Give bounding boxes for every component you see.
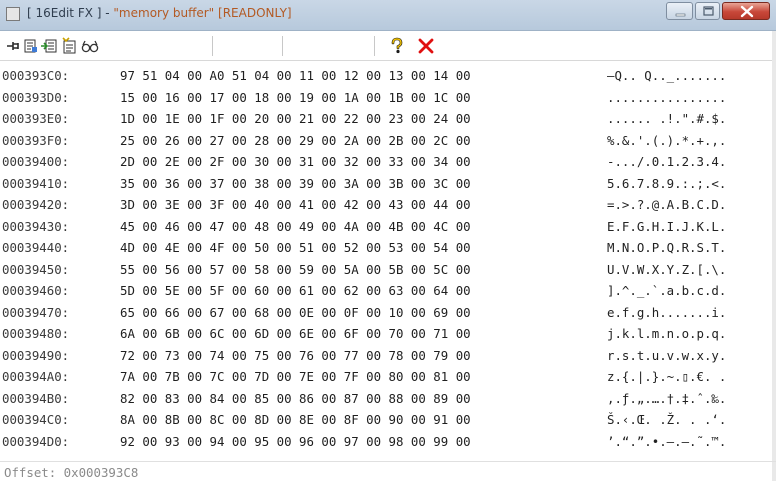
row-address: 00039480:: [2, 326, 70, 341]
hex-row: 00039450: 55 00 56 00 57 00 58 00 59 00 …: [0, 262, 772, 282]
offset-readout: Offset: 0x000393C8: [4, 465, 139, 480]
hex-row: 00039480: 6A 00 6B 00 6C 00 6D 00 6E 00 …: [0, 326, 772, 346]
maximize-icon: [703, 6, 714, 16]
row-ascii[interactable]: U.V.W.X.Y.Z.[.\.: [607, 262, 726, 277]
row-address: 000393E0:: [2, 111, 70, 126]
row-ascii[interactable]: e.f.g.h.......i.: [607, 305, 726, 320]
import-icon[interactable]: [60, 37, 78, 55]
row-address: 00039420:: [2, 197, 70, 212]
maximize-button[interactable]: [695, 2, 720, 20]
help-icon[interactable]: [388, 37, 406, 55]
hex-row: 00039400: 2D 00 2E 00 2F 00 30 00 31 00 …: [0, 154, 772, 174]
hex-row: 00039410: 35 00 36 00 37 00 38 00 39 00 …: [0, 176, 772, 196]
row-ascii[interactable]: r.s.t.u.v.w.x.y.: [607, 348, 726, 363]
row-hex-bytes[interactable]: 82 00 83 00 84 00 85 00 86 00 87 00 88 0…: [120, 391, 471, 406]
row-address: 00039450:: [2, 261, 70, 277]
row-hex-bytes[interactable]: 7A 00 7B 00 7C 00 7D 00 7E 00 7F 00 80 0…: [120, 369, 471, 384]
row-hex-bytes[interactable]: 65 00 66 00 67 00 68 00 0E 00 0F 00 10 0…: [120, 305, 471, 320]
title-separator: -: [101, 6, 114, 20]
hex-row: 000393E0: 1D 00 1E 00 1F 00 20 00 21 00 …: [0, 111, 772, 131]
close-file-icon[interactable]: [417, 37, 435, 55]
row-hex-bytes[interactable]: 8A 00 8B 00 8C 00 8D 00 8E 00 8F 00 90 0…: [120, 412, 471, 427]
hex-row: 00039470: 65 00 66 00 67 00 68 00 0E 00 …: [0, 305, 772, 325]
row-hex-bytes[interactable]: 97 51 04 00 A0 51 04 00 11 00 12 00 13 0…: [120, 68, 471, 83]
row-ascii[interactable]: =.>.?.@.A.B.C.D.: [607, 197, 726, 212]
row-address: 000393F0:: [2, 132, 70, 148]
hex-row: 000393F0: 25 00 26 00 27 00 28 00 29 00 …: [0, 133, 772, 153]
row-ascii[interactable]: z.{.|.}.~.▯.€. .: [607, 369, 726, 384]
title-app: [ 16Edit FX ]: [27, 6, 102, 20]
row-ascii[interactable]: 5.6.7.8.9.:.;.<.: [607, 176, 726, 191]
row-hex-bytes[interactable]: 1D 00 1E 00 1F 00 20 00 21 00 22 00 23 0…: [120, 111, 471, 126]
row-ascii[interactable]: ‚.ƒ.„.….†.‡.ˆ.‰.: [607, 391, 726, 406]
hex-view[interactable]: 000393C0: 97 51 04 00 A0 51 04 00 11 00 …: [0, 68, 772, 458]
row-address: 00039490:: [2, 347, 70, 363]
row-address: 000393C0:: [2, 68, 70, 83]
status-bar: Offset: 0x000393C8: [0, 461, 776, 481]
row-ascii[interactable]: ................: [607, 90, 726, 105]
row-address: 00039430:: [2, 218, 70, 234]
row-address: 000394D0:: [2, 433, 70, 449]
title-bar: [ 16Edit FX ] - "memory buffer" [READONL…: [0, 0, 776, 31]
hex-row: 00039430: 45 00 46 00 47 00 48 00 49 00 …: [0, 219, 772, 239]
row-ascii[interactable]: —Q.. Q.._.......: [607, 68, 726, 83]
row-hex-bytes[interactable]: 45 00 46 00 47 00 48 00 49 00 4A 00 4B 0…: [120, 219, 471, 234]
row-hex-bytes[interactable]: 4D 00 4E 00 4F 00 50 00 51 00 52 00 53 0…: [120, 240, 471, 255]
row-hex-bytes[interactable]: 6A 00 6B 00 6C 00 6D 00 6E 00 6F 00 70 0…: [120, 326, 471, 341]
row-hex-bytes[interactable]: 25 00 26 00 27 00 28 00 29 00 2A 00 2B 0…: [120, 133, 471, 148]
row-address: 000394B0:: [2, 390, 70, 406]
minimize-button[interactable]: [666, 2, 693, 20]
minimize-icon: [675, 13, 686, 17]
row-hex-bytes[interactable]: 3D 00 3E 00 3F 00 40 00 41 00 42 00 43 0…: [120, 197, 471, 212]
hex-row: 000394A0: 7A 00 7B 00 7C 00 7D 00 7E 00 …: [0, 369, 772, 389]
row-address: 00039400:: [2, 154, 70, 169]
window-title: [ 16Edit FX ] - "memory buffer" [READONL…: [27, 6, 292, 20]
close-icon: [740, 5, 754, 18]
row-ascii[interactable]: %.&.'.(.).*.+.,.: [607, 133, 726, 148]
hex-row: 000393C0: 97 51 04 00 A0 51 04 00 11 00 …: [0, 68, 772, 88]
row-address: 000393D0:: [2, 89, 70, 105]
row-hex-bytes[interactable]: 55 00 56 00 57 00 58 00 59 00 5A 00 5B 0…: [120, 262, 471, 277]
hex-row: 00039440: 4D 00 4E 00 4F 00 50 00 51 00 …: [0, 240, 772, 260]
app-icon: [6, 7, 20, 21]
hex-row: 000394B0: 82 00 83 00 84 00 85 00 86 00 …: [0, 391, 772, 411]
hex-row: 000394D0: 92 00 93 00 94 00 95 00 96 00 …: [0, 434, 772, 454]
pin-icon[interactable]: [4, 37, 22, 55]
row-ascii[interactable]: ’.“.”.•.–.—.˜.™.: [607, 434, 726, 449]
row-ascii[interactable]: E.F.G.H.I.J.K.L.: [607, 219, 726, 234]
row-address: 00039440:: [2, 240, 70, 255]
list-icon[interactable]: [22, 37, 40, 55]
row-address: 000394A0:: [2, 369, 70, 384]
row-hex-bytes[interactable]: 35 00 36 00 37 00 38 00 39 00 3A 00 3B 0…: [120, 176, 471, 191]
row-hex-bytes[interactable]: 72 00 73 00 74 00 75 00 76 00 77 00 78 0…: [120, 348, 471, 363]
row-address: 00039470:: [2, 304, 70, 320]
row-hex-bytes[interactable]: 2D 00 2E 00 2F 00 30 00 31 00 32 00 33 0…: [120, 154, 471, 169]
row-ascii[interactable]: ].^._.`.a.b.c.d.: [607, 283, 726, 298]
window-border: [772, 31, 776, 481]
export-icon[interactable]: [40, 37, 58, 55]
hex-row: 000393D0: 15 00 16 00 17 00 18 00 19 00 …: [0, 90, 772, 110]
toolbar-separator: [212, 36, 213, 56]
toolbar: [0, 31, 776, 61]
hex-row: 00039490: 72 00 73 00 74 00 75 00 76 00 …: [0, 348, 772, 368]
row-hex-bytes[interactable]: 92 00 93 00 94 00 95 00 96 00 97 00 98 0…: [120, 434, 471, 449]
row-ascii[interactable]: Š.‹.Œ. .Ž. . .‘.: [607, 412, 726, 427]
row-address: 00039410:: [2, 175, 70, 191]
row-ascii[interactable]: M.N.O.P.Q.R.S.T.: [607, 240, 726, 255]
row-ascii[interactable]: ...... .!.".#.$.: [607, 111, 726, 126]
row-address: 000394C0:: [2, 412, 70, 427]
row-hex-bytes[interactable]: 15 00 16 00 17 00 18 00 19 00 1A 00 1B 0…: [120, 90, 471, 105]
toolbar-separator: [374, 36, 375, 56]
row-hex-bytes[interactable]: 5D 00 5E 00 5F 00 60 00 61 00 62 00 63 0…: [120, 283, 471, 298]
hex-row: 00039420: 3D 00 3E 00 3F 00 40 00 41 00 …: [0, 197, 772, 217]
title-document: "memory buffer" [READONLY]: [113, 6, 292, 20]
hex-row: 000394C0: 8A 00 8B 00 8C 00 8D 00 8E 00 …: [0, 412, 772, 432]
row-address: 00039460:: [2, 283, 70, 298]
close-button[interactable]: [722, 2, 770, 20]
row-ascii[interactable]: -.../.0.1.2.3.4.: [607, 154, 726, 169]
row-ascii[interactable]: j.k.l.m.n.o.p.q.: [607, 326, 726, 341]
hex-row: 00039460: 5D 00 5E 00 5F 00 60 00 61 00 …: [0, 283, 772, 303]
toolbar-separator: [282, 36, 283, 56]
find-icon[interactable]: [80, 37, 99, 55]
